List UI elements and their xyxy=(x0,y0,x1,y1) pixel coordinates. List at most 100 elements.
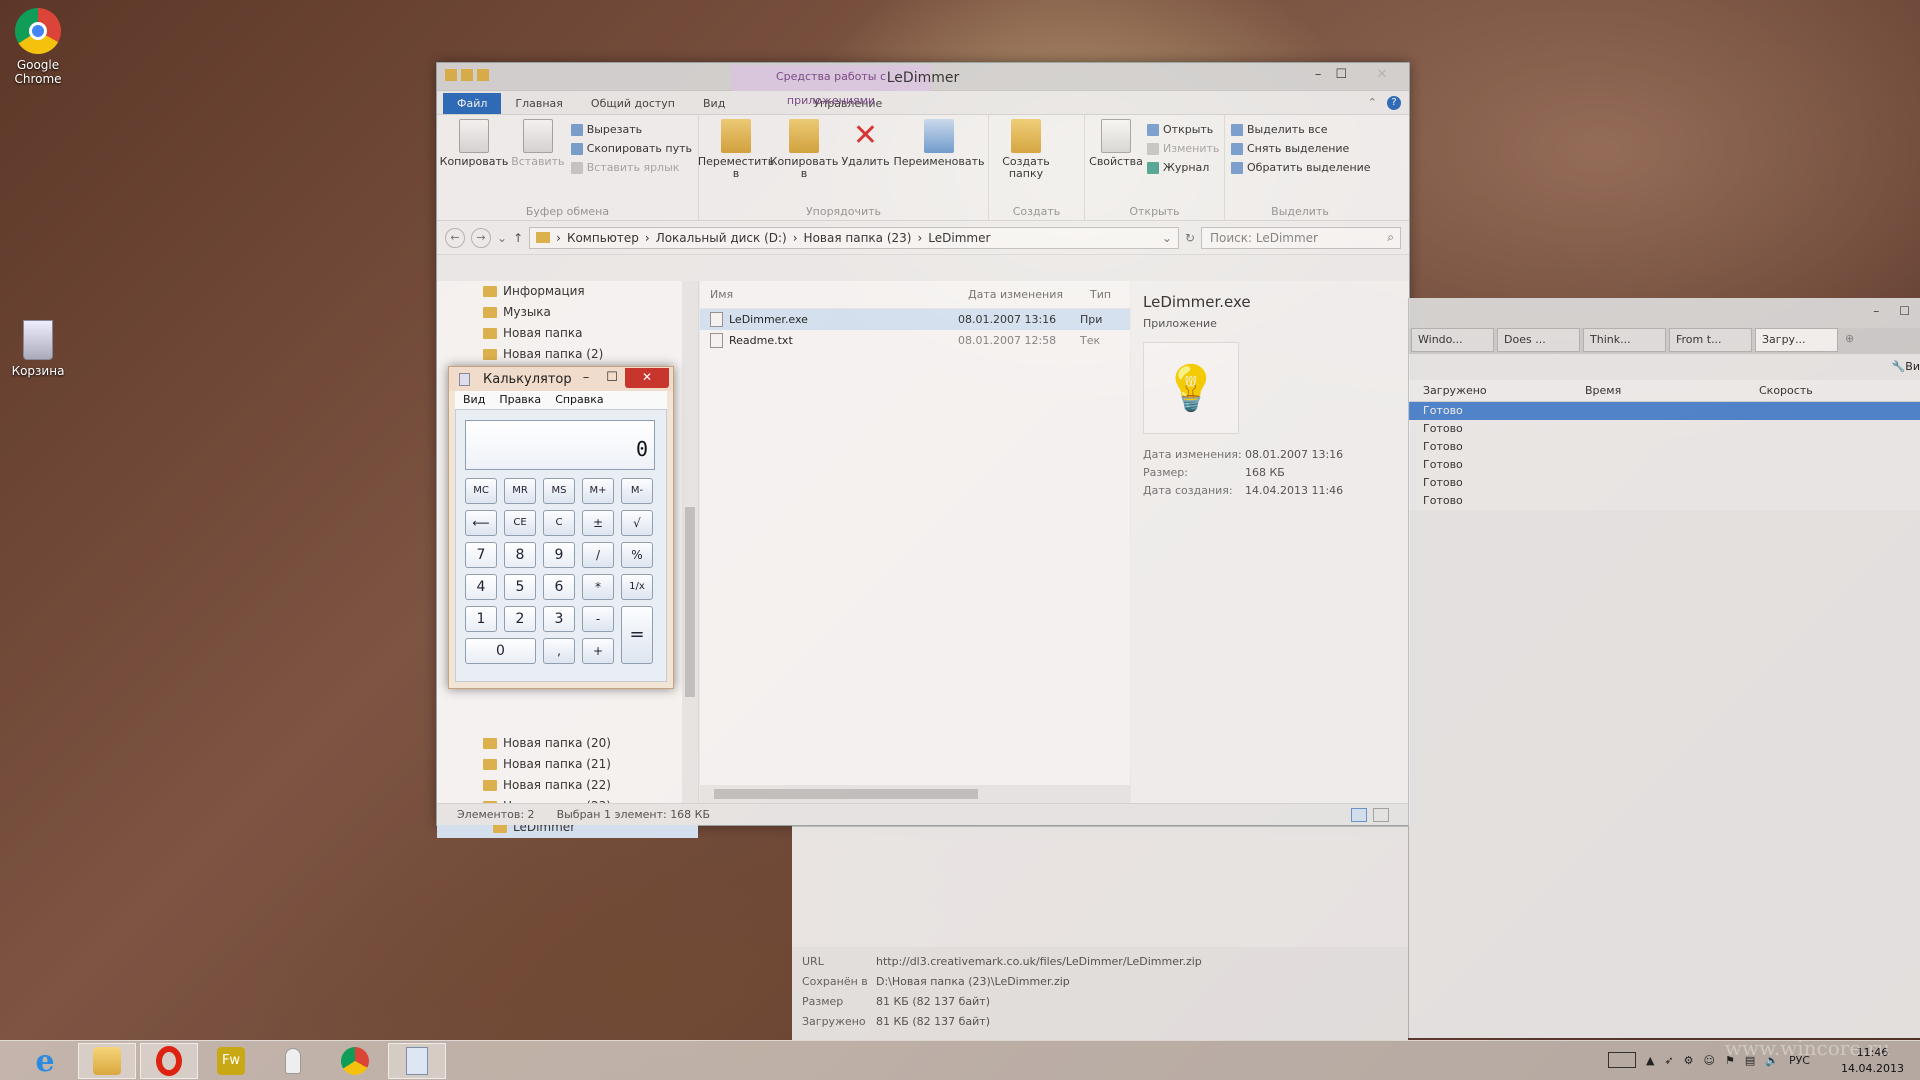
move-to-button[interactable]: Переместить в xyxy=(698,119,774,202)
open-button[interactable]: Открыть xyxy=(1147,123,1219,136)
calc-key-memory-store[interactable]: MS xyxy=(543,478,575,504)
download-row[interactable]: Готово xyxy=(1409,474,1920,492)
nav-item-folder[interactable]: Новая папка xyxy=(437,323,698,344)
calc-key-equals[interactable]: = xyxy=(621,606,653,664)
calc-key-clear-entry[interactable]: CE xyxy=(504,510,536,536)
calculator-titlebar[interactable]: Калькулятор – ☐ ✕ xyxy=(449,367,673,391)
download-row[interactable]: Готово xyxy=(1409,492,1920,510)
delete-button[interactable]: ✕ Удалить xyxy=(841,119,890,202)
minimize-button[interactable]: – xyxy=(573,367,599,389)
maximize-button[interactable]: ☐ xyxy=(599,367,625,389)
copy-path-button[interactable]: Скопировать путь xyxy=(570,142,692,155)
horizontal-scrollbar[interactable] xyxy=(700,785,1130,803)
menu-help[interactable]: Справка xyxy=(555,391,603,409)
calc-key-multiply[interactable]: * xyxy=(582,574,614,600)
taskbar-fireworks[interactable]: Fw xyxy=(202,1043,260,1079)
ribbon-collapse-icon[interactable]: ⌃ xyxy=(1368,96,1377,110)
up-button[interactable]: ↑ xyxy=(513,231,523,245)
browser-tab-active[interactable]: Загру... xyxy=(1755,328,1838,352)
calc-key-memory-recall[interactable]: MR xyxy=(504,478,536,504)
back-button[interactable]: ← xyxy=(445,227,465,248)
keyboard-icon[interactable] xyxy=(1607,1052,1636,1068)
download-row[interactable]: Готово xyxy=(1409,438,1920,456)
large-icons-view-icon[interactable] xyxy=(1373,808,1389,822)
column-type[interactable]: Тип xyxy=(1080,288,1111,301)
download-row[interactable]: Готово xyxy=(1409,456,1920,474)
calc-key-digit-4[interactable]: 4 xyxy=(465,574,497,600)
nav-item-folder[interactable]: Информация xyxy=(437,281,698,302)
taskbar-calculator[interactable] xyxy=(388,1043,446,1079)
minimize-button[interactable]: – xyxy=(1315,67,1322,82)
address-dropdown-icon[interactable]: ⌄ xyxy=(1162,231,1172,245)
calc-key-plus-minus[interactable]: ± xyxy=(582,510,614,536)
paste-button[interactable]: Вставить xyxy=(511,119,565,202)
file-row[interactable]: LeDimmer.exe 08.01.2007 13:16 При xyxy=(700,309,1130,330)
breadcrumb-current[interactable]: LeDimmer xyxy=(928,231,990,245)
taskbar-file-explorer[interactable] xyxy=(78,1043,136,1079)
tab-share[interactable]: Общий доступ xyxy=(577,93,689,114)
help-icon[interactable]: ? xyxy=(1387,96,1401,110)
breadcrumb-drive[interactable]: Локальный диск (D:) xyxy=(656,231,787,245)
url-value[interactable]: http://dl3.creativemark.co.uk/files/LeDi… xyxy=(876,955,1202,968)
calc-key-digit-7[interactable]: 7 xyxy=(465,542,497,568)
taskbar-internet-explorer[interactable]: e xyxy=(16,1043,74,1079)
show-hidden-icons-icon[interactable]: ▲ xyxy=(1646,1054,1654,1067)
desktop-icon-recycle-bin[interactable]: Корзина xyxy=(0,320,78,378)
file-row[interactable]: Readme.txt 08.01.2007 12:58 Тек xyxy=(700,330,1130,351)
menu-view[interactable]: Вид xyxy=(463,391,485,409)
breadcrumb-computer[interactable]: Компьютер xyxy=(567,231,639,245)
calc-key-digit-9[interactable]: 9 xyxy=(543,542,575,568)
calc-key-reciprocal[interactable]: 1/x xyxy=(621,574,653,600)
nav-item-folder[interactable]: Новая папка (2) xyxy=(437,344,698,365)
calc-key-backspace[interactable]: ⟵ xyxy=(465,510,497,536)
search-input[interactable]: Поиск: LeDimmer ⌕ xyxy=(1201,226,1401,249)
select-none-button[interactable]: Снять выделение xyxy=(1231,142,1371,155)
details-view-icon[interactable] xyxy=(1351,808,1367,822)
calc-key-digit-0[interactable]: 0 xyxy=(465,638,536,664)
calc-key-divide[interactable]: / xyxy=(582,542,614,568)
new-tab-icon[interactable]: ⊕ xyxy=(1841,328,1858,354)
calc-key-digit-5[interactable]: 5 xyxy=(504,574,536,600)
breadcrumb-folder[interactable]: Новая папка (23) xyxy=(804,231,912,245)
smiley-icon[interactable]: ☺ xyxy=(1704,1054,1715,1067)
saved-value[interactable]: D:\Новая папка (23)\LeDimmer.zip xyxy=(876,975,1070,988)
menu-edit[interactable]: Правка xyxy=(499,391,541,409)
nav-item-folder[interactable]: Музыка xyxy=(437,302,698,323)
calc-key-digit-3[interactable]: 3 xyxy=(543,606,575,632)
rename-button[interactable]: Переименовать xyxy=(893,119,985,202)
browser-tab[interactable]: From t... xyxy=(1669,328,1752,352)
nav-scrollbar[interactable] xyxy=(682,281,698,803)
calc-key-memory-subtract[interactable]: M- xyxy=(621,478,653,504)
scroll-thumb[interactable] xyxy=(685,507,695,697)
minimize-button[interactable]: – xyxy=(1873,304,1879,318)
copy-button[interactable]: Копировать xyxy=(440,119,508,202)
properties-button[interactable]: Свойства xyxy=(1089,119,1143,202)
cut-button[interactable]: Вырезать xyxy=(570,123,692,136)
select-all-button[interactable]: Выделить все xyxy=(1231,123,1371,136)
calc-key-percent[interactable]: % xyxy=(621,542,653,568)
calc-key-square-root[interactable]: √ xyxy=(621,510,653,536)
column-loaded[interactable]: Загружено xyxy=(1409,384,1585,397)
nav-item-folder[interactable]: Новая папка (21) xyxy=(437,754,698,775)
gear-icon[interactable]: ⚙ xyxy=(1684,1054,1694,1067)
download-row[interactable]: Готово xyxy=(1409,420,1920,438)
taskbar-opera[interactable] xyxy=(140,1043,198,1079)
calc-key-digit-2[interactable]: 2 xyxy=(504,606,536,632)
close-button[interactable]: ✕ xyxy=(1361,67,1403,82)
calc-key-digit-8[interactable]: 8 xyxy=(504,542,536,568)
refresh-button[interactable]: ↻ xyxy=(1185,231,1195,245)
taskbar-chrome[interactable] xyxy=(326,1043,384,1079)
column-name[interactable]: Имя xyxy=(700,288,958,301)
calc-key-clear[interactable]: C xyxy=(543,510,575,536)
close-button[interactable]: ✕ xyxy=(625,368,669,388)
copy-to-button[interactable]: Копировать в xyxy=(770,119,838,202)
new-folder-button[interactable]: Создать папку xyxy=(995,119,1057,202)
column-date[interactable]: Дата изменения xyxy=(958,288,1080,301)
maximize-button[interactable]: ☐ xyxy=(1899,304,1910,318)
history-button[interactable]: Журнал xyxy=(1147,161,1219,174)
column-speed[interactable]: Скорость xyxy=(1759,384,1813,397)
pointer-icon[interactable]: ➶ xyxy=(1664,1054,1673,1067)
paste-shortcut-button[interactable]: Вставить ярлык xyxy=(570,161,692,174)
nav-item-folder[interactable]: Новая папка (20) xyxy=(437,733,698,754)
tab-home[interactable]: Главная xyxy=(501,93,577,114)
